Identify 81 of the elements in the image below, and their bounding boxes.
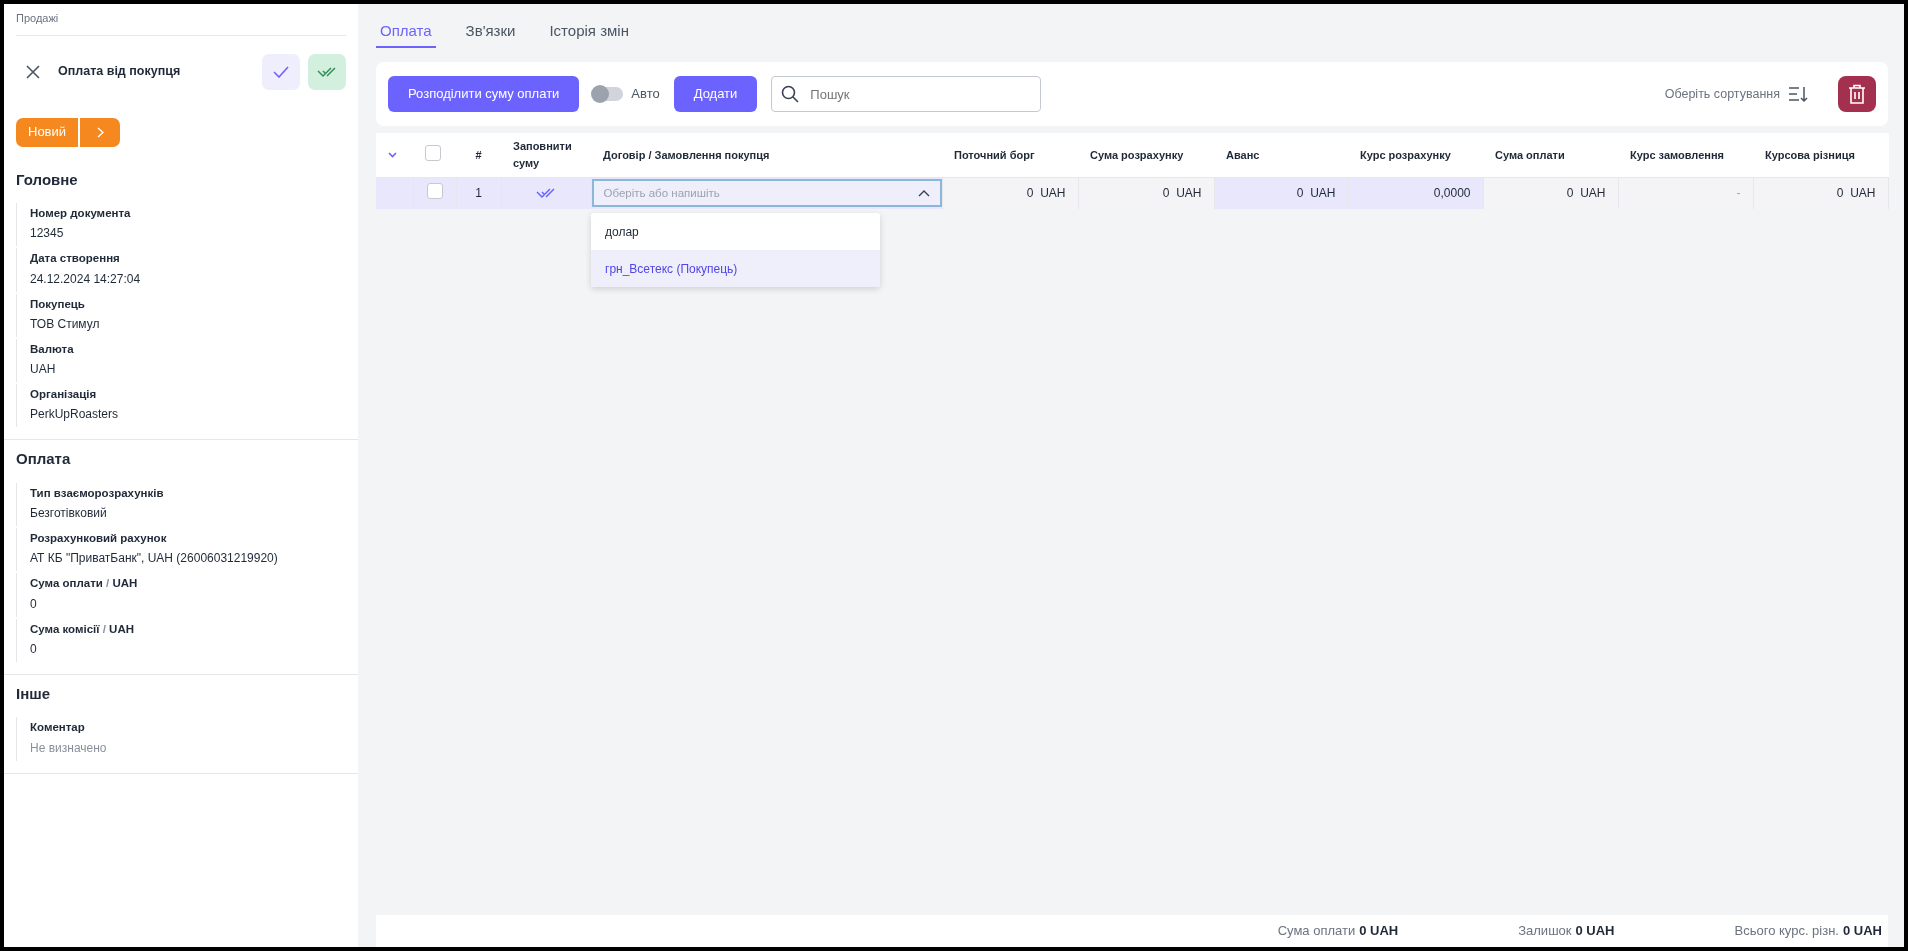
select-all-checkbox[interactable] — [425, 144, 441, 161]
unit-label: UAH — [112, 577, 138, 590]
distribute-button[interactable]: Розподілити суму оплати — [388, 76, 580, 112]
fill-amount-button[interactable] — [536, 187, 556, 200]
sort-icon — [1788, 85, 1808, 103]
field-label: Номер документа — [30, 207, 131, 219]
field-value: 24.12.2024 14:27:04 — [30, 270, 142, 288]
total-label: Всього курс. різн. — [1734, 922, 1839, 941]
field-value: АТ КБ "ПриватБанк", UAH (26006031219920) — [30, 550, 279, 568]
double-check-button[interactable] — [308, 53, 346, 90]
table-cell: 0,0000 — [1433, 186, 1471, 201]
dropdown-option[interactable]: долар — [591, 213, 880, 250]
unit-separator: / — [102, 622, 106, 635]
total-value: 0 UAH — [1575, 922, 1615, 941]
column-header: Договір / Замовлення покупця — [603, 148, 770, 161]
total-value: 0 UAH — [1843, 922, 1882, 941]
breadcrumb[interactable]: Продажі — [16, 4, 346, 36]
column-header: Курс розрахунку — [1360, 148, 1451, 161]
total-value: 0 UAH — [1359, 922, 1399, 941]
table-cell: 0 UAH — [1296, 186, 1336, 201]
field-label: Тип взаєморозрахунків — [30, 486, 164, 499]
field-value: Безготівковий — [30, 505, 108, 522]
table-cell: 0 UAH — [1162, 186, 1202, 201]
column-header: Заповнити суму — [513, 140, 572, 169]
total-label: Залишок — [1518, 922, 1572, 941]
unit-label: UAH — [109, 622, 135, 635]
section-title: Інше — [16, 683, 52, 704]
search-field[interactable]: Пошук — [771, 76, 1042, 112]
chevron-right-icon — [96, 126, 104, 138]
field-label: Розрахунковий рахунок — [30, 532, 167, 544]
field-value: 0 — [30, 640, 38, 658]
column-header: Курсова різниця — [1765, 148, 1855, 161]
column-header: Сума розрахунку — [1090, 148, 1184, 161]
next-status-button[interactable] — [80, 117, 121, 147]
field-label: Організація — [30, 388, 97, 400]
field-label: Сума оплати — [30, 577, 103, 590]
column-header: Сума оплати — [1495, 148, 1565, 161]
check-icon — [273, 65, 289, 78]
sort-button[interactable]: Оберіть сортування — [1664, 84, 1808, 104]
table-cell: - — [1736, 186, 1741, 201]
column-header: Аванс — [1226, 148, 1260, 161]
section-title: Оплата — [16, 449, 72, 470]
field-label: Коментар — [30, 721, 85, 734]
column-header: Курс замовлення — [1630, 148, 1724, 161]
tab[interactable]: Історія змін — [545, 4, 633, 48]
field-label: Сума комісії — [30, 622, 100, 635]
search-icon — [781, 85, 800, 103]
close-button[interactable] — [26, 64, 40, 79]
close-icon — [26, 64, 40, 79]
trash-icon — [1848, 84, 1866, 104]
field-value: 12345 — [30, 225, 65, 243]
field-label: Покупець — [30, 297, 85, 310]
field-label: Дата створення — [30, 252, 120, 265]
tab[interactable]: Оплата — [376, 4, 436, 48]
field-value: 0 — [30, 595, 38, 613]
table-cell: 0 UAH — [1566, 186, 1606, 201]
confirm-button[interactable] — [262, 53, 300, 90]
unit-separator: / — [106, 577, 110, 590]
column-header: Поточний борг — [954, 148, 1035, 161]
toggle-switch[interactable] — [593, 87, 624, 101]
field-value: Не визначено — [30, 739, 108, 757]
double-check-icon — [536, 187, 556, 200]
delete-button[interactable] — [1838, 76, 1876, 112]
document-title: Оплата від покупця — [58, 63, 182, 81]
double-check-icon — [317, 65, 337, 78]
table-cell: 0 UAH — [1836, 186, 1876, 201]
tab[interactable]: Зв'язки — [461, 4, 520, 48]
section-title: Головне — [16, 169, 79, 190]
collapse-chevron-icon — [388, 151, 397, 158]
total-label: Сума оплати — [1277, 922, 1356, 941]
field-value: ТОВ Стимул — [30, 315, 101, 333]
table-cell: 0 UAH — [1026, 186, 1066, 201]
toggle-label: Авто — [631, 85, 660, 104]
column-header: # — [475, 148, 482, 161]
dropdown-option[interactable]: грн_Всетекс (Покупець) — [591, 250, 880, 287]
row-checkbox[interactable] — [426, 182, 443, 199]
add-button[interactable]: Додати — [673, 76, 758, 112]
field-label: Валюта — [30, 342, 74, 355]
field-value: PerkUpRoasters — [30, 406, 120, 424]
field-value: UAH — [30, 361, 57, 378]
row-number: 1 — [475, 186, 482, 201]
